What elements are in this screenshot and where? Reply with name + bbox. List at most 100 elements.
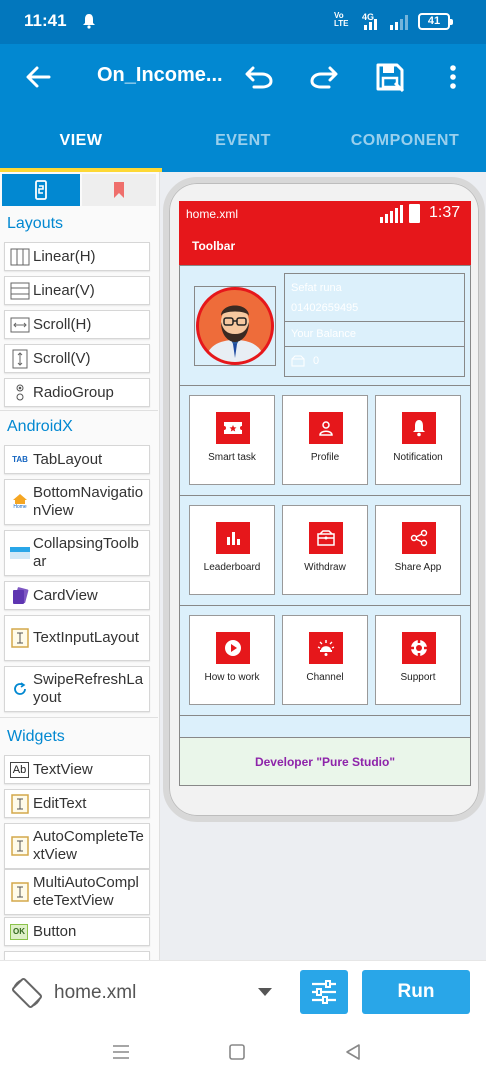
edittext-icon xyxy=(10,793,30,814)
palette-item-label: TabLayout xyxy=(33,450,103,468)
preview-name-row: Sefat runa 01402659495 xyxy=(285,274,464,322)
palette-item-scroll-v[interactable]: Scroll(V) xyxy=(4,344,150,373)
run-button[interactable]: Run xyxy=(362,970,470,1014)
notification-bell-icon xyxy=(83,14,95,29)
card-withdraw[interactable]: Withdraw xyxy=(282,505,368,595)
back-button[interactable] xyxy=(20,59,56,95)
palette-tab-widgets[interactable] xyxy=(2,174,80,206)
button-icon-text: OK xyxy=(13,927,25,936)
section-androidx: AndroidX xyxy=(7,418,73,435)
palette-item-label: CollapsingToolbar xyxy=(33,535,139,570)
bookmark-icon xyxy=(114,182,124,198)
palette-item-label: Linear(H) xyxy=(33,247,96,265)
palette-item-label: MultiAutoCompleteTextView xyxy=(33,874,139,909)
undo-icon xyxy=(245,66,273,89)
card-how-to-work[interactable]: How to work xyxy=(189,615,275,705)
palette-item-label: Scroll(V) xyxy=(33,349,91,367)
back-arrow-icon xyxy=(26,66,51,88)
palette-item-partial[interactable] xyxy=(4,951,150,960)
widgets-tab-icon xyxy=(35,180,47,200)
palette-item-collapsingtoolbar[interactable]: CollapsingToolbar xyxy=(4,530,150,576)
card-smart-task[interactable]: Smart task xyxy=(189,395,275,485)
palette-item-label: TextInputLayout xyxy=(33,629,139,646)
volte-indicator: Vo LTE xyxy=(334,11,349,28)
more-vert-icon xyxy=(450,65,456,89)
preview-signal-icon xyxy=(380,205,403,223)
preview-grid-row-3: How to work Channel Support xyxy=(180,606,470,716)
palette-item-swiperefreshlayout[interactable]: SwipeRefreshLayout xyxy=(4,666,150,712)
layout-file-selector[interactable]: home.xml xyxy=(54,982,136,1004)
home-square-icon xyxy=(229,1044,245,1060)
tab-view[interactable]: VIEW xyxy=(0,110,162,172)
preview-info-box[interactable]: Sefat runa 01402659495 Your Balance 0 xyxy=(284,273,465,377)
undo-button[interactable] xyxy=(241,59,277,95)
palette-item-autocompletetextview[interactable]: AutoCompleteTextView xyxy=(4,823,150,869)
system-nav-bar xyxy=(0,1022,486,1080)
properties-button[interactable] xyxy=(300,970,348,1014)
preview-battery-icon xyxy=(409,204,420,223)
card-label: Profile xyxy=(310,452,340,463)
redo-button[interactable] xyxy=(306,59,342,95)
palette-item-label: CardView xyxy=(33,586,98,604)
card-support[interactable]: Support xyxy=(375,615,461,705)
card-label: How to work xyxy=(204,672,260,683)
preview-time: 1:37 xyxy=(429,204,461,221)
card-label: Support xyxy=(400,672,436,683)
palette-tab-bookmarks[interactable] xyxy=(82,174,156,206)
chevron-down-icon[interactable] xyxy=(258,988,272,996)
palette-item-button[interactable]: OK Button xyxy=(4,917,150,946)
preview-file-name: home.xml xyxy=(186,207,239,221)
recents-button[interactable] xyxy=(109,1040,133,1064)
bottomnav-icon-text: Home xyxy=(13,504,27,510)
palette-item-bottomnavigationview[interactable]: Home BottomNavigationView xyxy=(4,479,150,525)
share-icon xyxy=(402,522,436,554)
card-label: Leaderboard xyxy=(203,562,261,573)
palette-item-edittext[interactable]: EditText xyxy=(4,789,150,818)
preview-body[interactable]: Sefat runa 01402659495 Your Balance 0 Sm… xyxy=(179,265,471,738)
preview-balance-row: 0 xyxy=(285,347,464,376)
palette-item-scroll-h[interactable]: Scroll(H) xyxy=(4,310,150,339)
preview-toolbar[interactable]: Toolbar xyxy=(179,227,471,265)
palette-item-radiogroup[interactable]: RadioGroup xyxy=(4,378,150,407)
palette-item-label: SwipeRefreshLayout xyxy=(33,671,144,706)
palette-item-linear-v[interactable]: Linear(V) xyxy=(4,276,150,305)
save-button[interactable] xyxy=(372,59,408,95)
tablayout-icon-text: TAB xyxy=(12,455,28,464)
tablayout-icon: TAB xyxy=(10,450,30,470)
more-options-button[interactable] xyxy=(435,59,471,95)
palette-item-cardview[interactable]: CardView xyxy=(4,581,150,610)
palette-item-linear-h[interactable]: Linear(H) xyxy=(4,242,150,271)
editor-tabs: VIEW EVENT COMPONENT xyxy=(0,110,486,172)
tab-component[interactable]: COMPONENT xyxy=(324,110,486,172)
card-notification[interactable]: Notification xyxy=(375,395,461,485)
card-channel[interactable]: Channel xyxy=(282,615,368,705)
rotate-screen-icon[interactable] xyxy=(10,976,44,1010)
palette-item-multiautocompletetextview[interactable]: MultiAutoCompleteTextView xyxy=(4,869,150,915)
tab-event[interactable]: EVENT xyxy=(162,110,324,172)
preview-profile-section[interactable]: Sefat runa 01402659495 Your Balance 0 xyxy=(180,266,470,386)
home-button[interactable] xyxy=(225,1040,249,1064)
palette-item-textinputlayout[interactable]: TextInputLayout xyxy=(4,615,150,661)
palette-item-textview[interactable]: Ab TextView xyxy=(4,755,150,784)
avatar xyxy=(196,287,274,365)
card-label: Channel xyxy=(306,672,344,683)
linear-h-icon xyxy=(10,247,30,267)
scroll-v-icon xyxy=(10,349,30,369)
widget-palette[interactable]: Layouts Linear(H) Linear(V) Scroll(H) Sc… xyxy=(0,172,160,960)
multiautocomplete-icon xyxy=(10,882,30,902)
card-label: Smart task xyxy=(208,452,256,463)
card-leaderboard[interactable]: Leaderboard xyxy=(189,505,275,595)
button-icon: OK xyxy=(10,923,28,940)
palette-item-label: Linear(V) xyxy=(33,281,95,299)
card-profile[interactable]: Profile xyxy=(282,395,368,485)
collapsing-toolbar-icon xyxy=(10,543,30,563)
preview-avatar-box[interactable] xyxy=(194,286,276,366)
palette-item-tablayout[interactable]: TAB TabLayout xyxy=(4,445,150,474)
palette-item-label: AutoCompleteTextView xyxy=(33,828,144,863)
card-label: Notification xyxy=(393,452,443,463)
wallet-icon xyxy=(309,522,343,554)
profile-phone: 01402659495 xyxy=(291,302,359,314)
card-share-app[interactable]: Share App xyxy=(375,505,461,595)
back-nav-button[interactable] xyxy=(341,1040,365,1064)
preview-grid-row-1: Smart task Profile Notification xyxy=(180,386,470,496)
